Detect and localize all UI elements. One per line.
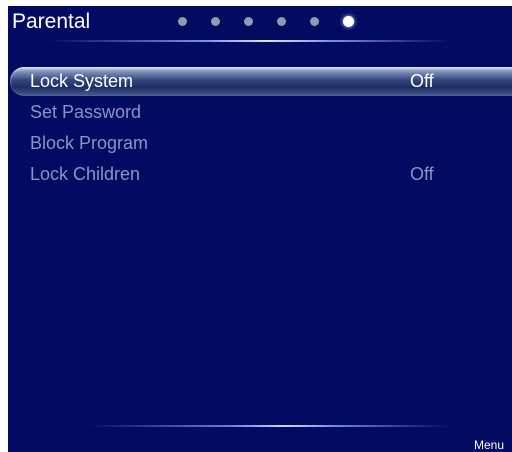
page-title: Parental Controls <box>12 10 91 36</box>
page-dot-6-active <box>343 16 354 27</box>
page-dot-3 <box>244 17 253 26</box>
page-dot-2 <box>211 17 220 26</box>
menu-key-hint[interactable]: Menu <box>474 438 504 452</box>
page-dot-1 <box>178 17 187 26</box>
menu-list: Lock System Off Set Password Block Progr… <box>8 66 512 190</box>
menu-item-label: Block Program <box>30 133 149 153</box>
page-dot-4 <box>277 17 286 26</box>
footer-divider <box>88 425 448 427</box>
menu-item-value: Off <box>410 71 434 91</box>
header-divider <box>48 40 448 42</box>
menu-item-lock-system[interactable]: Lock System Off <box>8 66 512 97</box>
parental-panel: Parental Controls Lock System Off Set Pa… <box>8 6 512 452</box>
menu-item-block-program[interactable]: Block Program <box>8 128 512 159</box>
page-dot-5 <box>310 17 319 26</box>
menu-item-set-password[interactable]: Set Password <box>8 97 512 128</box>
menu-item-lock-children[interactable]: Lock Children Off <box>8 159 512 190</box>
menu-item-value: Off <box>410 164 434 184</box>
menu-item-label: Lock System <box>30 71 134 91</box>
menu-item-label: Set Password <box>30 102 142 122</box>
menu-item-label: Lock Children <box>30 164 141 184</box>
page-indicator <box>178 16 378 28</box>
